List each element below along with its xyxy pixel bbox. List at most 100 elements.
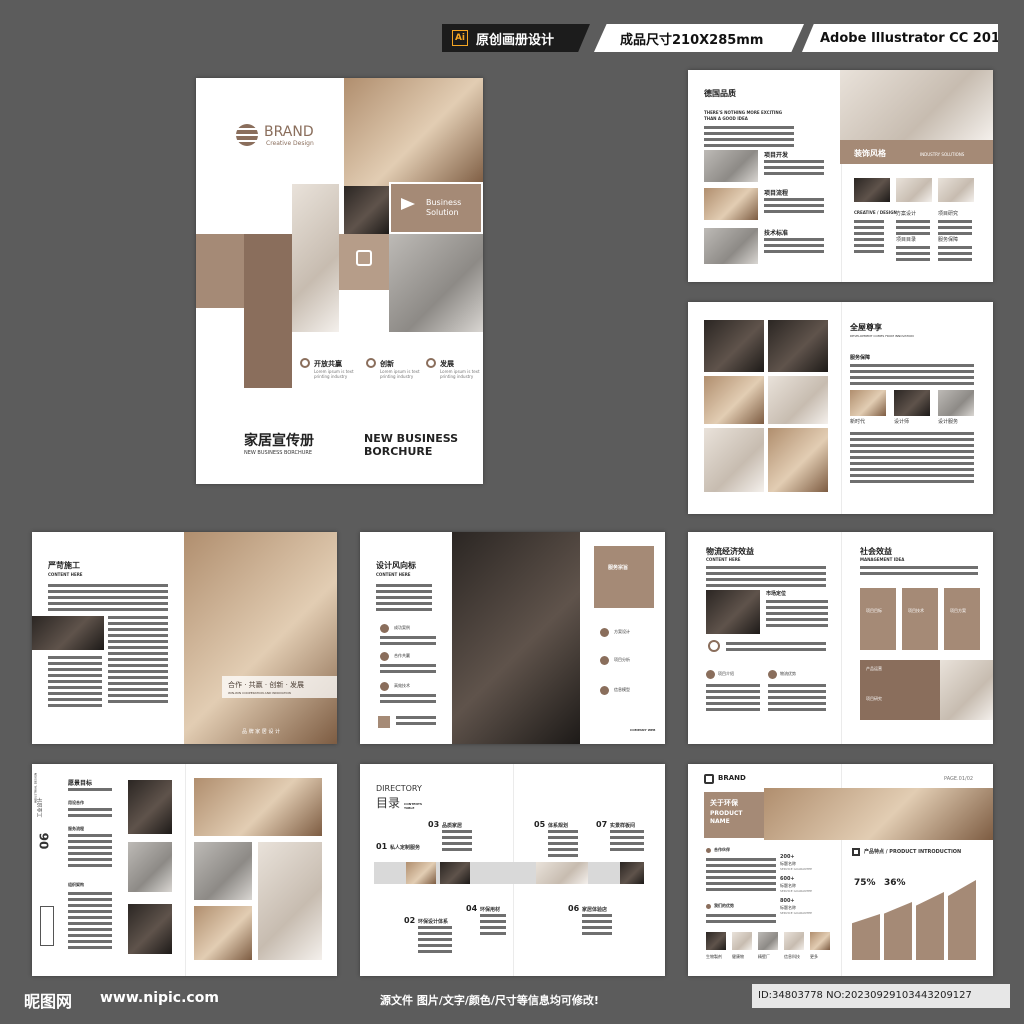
spread5-title-right: 社会效益: [860, 547, 892, 556]
spread5-dot-1: [706, 670, 715, 679]
spread2-cap-2: 设计师: [894, 419, 910, 425]
spread5-dot-2: [768, 670, 777, 679]
brand-name: BRAND: [264, 124, 314, 140]
spread5-market: 市场定位: [766, 591, 787, 597]
brand-logo-icon: [236, 124, 258, 146]
spread2-thumb-3: [938, 390, 974, 416]
spread1-banner-en: INDUSTRY SOLUTIONS: [920, 152, 965, 157]
spread4-bullet-2: [380, 652, 389, 661]
spread2-photo-1: [704, 320, 764, 372]
spread8-dot-2: [706, 904, 711, 909]
spread1-photo-1: [704, 150, 758, 182]
spread6-vert-en: INDUSTRIAL DESIGN: [33, 772, 38, 804]
spread1-thumb-2: [896, 178, 932, 202]
site-url[interactable]: www.nipic.com: [100, 990, 219, 1006]
spread1-sub-item-2: 项目研究: [938, 211, 959, 217]
spread2-photo-2: [768, 320, 828, 372]
spread7-strip-photo-2: [440, 862, 470, 884]
spread5-card-1: [860, 588, 896, 650]
spread8-pct-1: 75%: [854, 878, 876, 888]
toc-num-07: 07: [596, 820, 608, 829]
spread8-bar-3: [916, 892, 944, 960]
spread1-item-2: 项目流程: [764, 190, 789, 197]
spread1-hero-photo: [840, 70, 993, 140]
spread-economic-benefits: 物流经济效益 CONTENT HERE 市场定位 项目介绍 物流优势 社会效益 …: [688, 532, 993, 744]
spread8-label-1: 合作伙伴: [714, 847, 730, 852]
spread3-photo-small: [32, 616, 104, 650]
toc-num-02: 02: [404, 916, 416, 925]
spread8-stat-1-sub: SERVICE GUARANTEE: [780, 867, 813, 871]
cover-photo-chairs: [344, 186, 389, 234]
spread8-thumb-cap-3: 精壁厂: [758, 954, 770, 959]
spread8-thumb-cap-2: 健康物: [732, 954, 744, 959]
spread1-thumb-3: [938, 178, 974, 202]
footer-id: ID:34803778 NO:20230929103443209127: [758, 990, 972, 1001]
spread8-chart-icon: [852, 848, 860, 856]
spread-whole-house: 全屋尊享 DEVELOPMENT COMES FROM INNOVATION 服…: [688, 302, 993, 514]
cover-page: BRAND Creative Design Business Solution …: [196, 78, 483, 484]
spread4-left-1: 成功案例: [394, 625, 410, 630]
spread1-sub-item-3: 项目目录: [896, 237, 917, 243]
spread4-logo-icon: [378, 716, 390, 728]
feature-text-3: Lorem ipsum is text printing industry: [440, 369, 480, 379]
spread1-sub-item-1: 方案设计: [896, 211, 917, 217]
cover-title-en-1: NEW BUSINESS: [364, 432, 459, 445]
spread6-vert-cn: 工业设计: [37, 797, 44, 818]
spread5-content: CONTENT HERE: [706, 557, 741, 562]
size-badge: 成品尺寸210X285mm: [594, 24, 804, 52]
toc-num-01: 01: [376, 842, 388, 851]
spread1-photo-3: [704, 228, 758, 264]
spread6-vert-num: 06: [37, 832, 52, 850]
spread6-title: 愿景目标: [68, 780, 93, 787]
spread6-item-1: 用设合作: [68, 800, 84, 805]
spread3-title: 严苛施工: [48, 561, 80, 570]
spread-vision-goals: 06 工业设计 INDUSTRIAL DESIGN 愿景目标 用设合作 服务流程…: [32, 764, 337, 976]
paper-plane-icon: [401, 198, 415, 210]
spread8-thumb-cap-5: 更多: [810, 954, 818, 959]
spread1-photo-2: [704, 188, 758, 220]
spread8-brand: BRAND: [718, 774, 746, 782]
spread1-item-1: 项目开发: [764, 152, 789, 159]
spread8-stat-1: 200+: [780, 854, 795, 860]
spread-german-quality: 德国品质 THERE'S NOTHING MORE EXCITING THAN …: [688, 70, 993, 282]
spread-directory: DIRECTORY 目录 CONTENTS TABLE 01 私人定制服务 02…: [360, 764, 665, 976]
brand-subtitle: Creative Design: [266, 140, 314, 147]
badge-software-label: Adobe Illustrator CC 2018: [820, 30, 1009, 46]
toc-num-05: 05: [534, 820, 546, 829]
spread8-thumb-1: [706, 932, 726, 950]
spread8-stat-3-sub: SERVICE GUARANTEE: [780, 911, 813, 915]
innovation-icon: [366, 358, 376, 368]
spread4-hero-photo: [452, 532, 580, 744]
feature-text-1: Lorem ipsum is text printing industry: [314, 369, 354, 379]
feature-label-2: 创新: [380, 360, 394, 368]
spread8-thumb-cap-1: 生物製剂: [706, 954, 722, 959]
ai-icon: Ai: [452, 30, 468, 46]
spread5-panel-1: 产品运营: [866, 666, 882, 671]
spread5-card-label-1: 项目目标: [866, 608, 882, 613]
toc-title-02: 环保设计体系: [418, 919, 449, 925]
spread5-circle-icon: [708, 640, 720, 652]
spread6-photo-6: [258, 842, 322, 960]
spread4-bullet-r1: [600, 628, 609, 637]
spread8-bar-1: [852, 914, 880, 960]
cover-title-cn: 家居宣传册: [244, 433, 314, 449]
badge-size-label: 成品尺寸210X285mm: [620, 32, 764, 48]
spread8-box-en-1: PRODUCT: [710, 810, 743, 817]
cover-title-en-small: NEW BUSINESS BORCHURE: [244, 450, 313, 456]
footer-editable-note: 源文件 图片/文字/颜色/尺寸等信息均可修改!: [380, 994, 599, 1007]
toc-title-04: 环保用材: [480, 907, 501, 913]
spread2-subtitle: DEVELOPMENT COMES FROM INNOVATION: [850, 334, 914, 338]
spread8-intro: 产品特点 / PRODUCT INTRODUCTION: [864, 849, 962, 855]
spread2-photo-4: [768, 376, 828, 424]
spread8-thumb-4: [784, 932, 804, 950]
toc-num-06: 06: [568, 904, 580, 913]
site-logo[interactable]: 昵图网: [24, 988, 72, 1012]
spread1-tagline-1: THERE'S NOTHING MORE EXCITING: [704, 110, 782, 115]
spread1-sub-item-4: 服务保障: [938, 237, 959, 243]
software-badge: Adobe Illustrator CC 2018: [802, 24, 998, 52]
cover-photo-dining: [292, 184, 339, 332]
solution-label: Solution: [426, 208, 459, 217]
spread7-strip-photo-3: [536, 862, 588, 884]
spread5-card-3: [944, 588, 980, 650]
spread1-tagline-2: THAN A GOOD IDEA: [704, 116, 748, 121]
